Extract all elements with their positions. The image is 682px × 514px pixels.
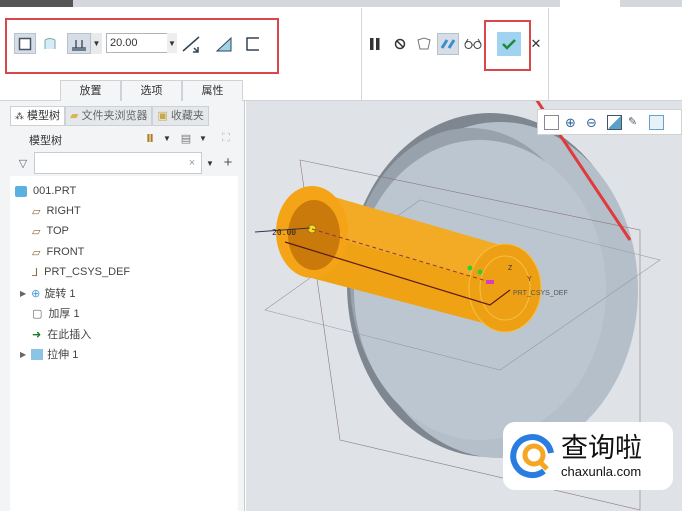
- model-tree: 001.PRT ▱ RIGHT ▱ TOP ▱ FRONT ⅃ PRT_CSYS_DEF…: [10, 176, 238, 511]
- csys-origin: [467, 265, 473, 271]
- saved-views-icon[interactable]: [649, 114, 664, 130]
- verify-mode-icon[interactable]: [437, 33, 459, 55]
- datum-plane-icon: ▱: [32, 225, 41, 238]
- extrude-icon: [31, 348, 44, 360]
- tab-properties[interactable]: 属性: [182, 80, 243, 101]
- insert-arrow-icon: ➜: [32, 328, 42, 341]
- tree-item-label: RIGHT: [46, 205, 81, 217]
- display-style-icon[interactable]: ✎: [628, 115, 643, 130]
- revolve-icon: ⊕: [31, 287, 41, 300]
- tab-folder-browser[interactable]: ▰ 文件夹浏览器: [65, 106, 153, 126]
- tab-label: 模型树: [27, 110, 60, 122]
- tree-item-revolve[interactable]: ▶ ⊕ 旋转 1: [20, 283, 76, 303]
- tree-item-thicken[interactable]: ▢ 加厚 1: [32, 303, 80, 323]
- view-toolbar: ⊕ ⊖ ✎: [537, 109, 682, 135]
- tree-item-front[interactable]: ▱ FRONT: [32, 242, 84, 262]
- csys-label: PRT_CSYS_DEF: [513, 290, 568, 297]
- tree-item-label: TOP: [46, 225, 69, 237]
- tree-item-right[interactable]: ▱ RIGHT: [32, 201, 81, 221]
- favorites-icon: ▣: [157, 110, 168, 122]
- tree-settings-icon[interactable]: Ⅱ: [142, 130, 158, 146]
- datum-plane-icon: ▱: [32, 246, 41, 259]
- tree-columns-icon[interactable]: ▤: [178, 130, 194, 146]
- cancel-x-button[interactable]: ✕: [530, 36, 542, 52]
- glasses-preview-icon[interactable]: [463, 34, 483, 54]
- confirm-check-button[interactable]: [497, 32, 521, 56]
- add-filter-button[interactable]: +: [220, 153, 236, 171]
- axis-z-label: Z: [508, 265, 513, 272]
- pause-icon[interactable]: [367, 35, 383, 53]
- tree-settings-dropdown[interactable]: ▼: [162, 130, 172, 146]
- solid-icon[interactable]: [14, 33, 36, 54]
- panel-tabs: ⁂ 模型树 ▰ 文件夹浏览器 ▣ 收藏夹: [10, 106, 209, 126]
- no-preview-icon[interactable]: [392, 35, 408, 53]
- zoom-out-icon[interactable]: ⊖: [586, 115, 601, 130]
- tab-options[interactable]: 选项: [121, 80, 182, 101]
- flip-direction-icon[interactable]: [180, 33, 202, 55]
- tree-item-label: 001.PRT: [33, 185, 77, 197]
- model-tree-header: 模型树: [29, 135, 62, 147]
- tree-item-label: FRONT: [46, 246, 85, 258]
- csys-icon: ⅃: [32, 266, 39, 279]
- watermark-brand: 查询啦: [561, 432, 642, 464]
- clear-search-icon[interactable]: ×: [186, 155, 198, 171]
- tree-item-part[interactable]: 001.PRT: [15, 181, 76, 201]
- preview-mesh-icon[interactable]: [414, 34, 434, 54]
- tree-item-insert-here[interactable]: ➜ 在此插入: [32, 324, 91, 344]
- surface-icon[interactable]: [40, 33, 60, 54]
- dashboard-tabs: 放置 选项 属性: [60, 80, 243, 101]
- tree-item-label: PRT_CSYS_DEF: [44, 266, 131, 278]
- tree-columns-dropdown[interactable]: ▼: [198, 130, 208, 146]
- tree-item-top[interactable]: ▱ TOP: [32, 221, 69, 241]
- tab-label: 收藏夹: [170, 110, 204, 122]
- drag-handle[interactable]: [486, 280, 494, 284]
- tree-item-label: 拉伸 1: [47, 349, 79, 361]
- thicken-icon: ▢: [32, 307, 43, 320]
- tree-filter-settings-icon[interactable]: ⛶: [217, 130, 235, 146]
- watermark-logo: 查询啦 chaxunla.com: [503, 422, 673, 490]
- top-tab-strip: [0, 0, 682, 7]
- axis-y-label: Y: [527, 276, 532, 283]
- tree-search-input[interactable]: [34, 152, 202, 174]
- tree-item-csys[interactable]: ⅃ PRT_CSYS_DEF: [32, 262, 130, 282]
- tab-model-tree[interactable]: ⁂ 模型树: [10, 106, 65, 126]
- tree-item-extrude[interactable]: ▶ 拉伸 1: [20, 344, 78, 364]
- filter-icon: ▽: [18, 157, 28, 170]
- ribbon-divider: [361, 8, 362, 100]
- tree-item-label: 在此插入: [47, 329, 92, 341]
- tab-label: 文件夹浏览器: [81, 110, 148, 122]
- expand-arrow-icon[interactable]: ▶: [20, 289, 26, 298]
- expand-arrow-icon[interactable]: ▶: [20, 350, 26, 359]
- ribbon-divider-2: [548, 8, 549, 100]
- tab-placement[interactable]: 放置: [60, 80, 121, 101]
- tree-item-label: 旋转 1: [44, 288, 76, 300]
- tree-item-label: 加厚 1: [48, 308, 80, 320]
- dimension-label[interactable]: 20.00: [272, 228, 296, 237]
- refit-icon[interactable]: [544, 114, 559, 130]
- watermark-magnifier-icon: [510, 434, 554, 479]
- tab-favorites[interactable]: ▣ 收藏夹: [152, 106, 209, 126]
- depth-value-input[interactable]: 20.00: [106, 33, 168, 53]
- depth-value-dropdown[interactable]: ▼: [167, 33, 177, 53]
- search-dropdown[interactable]: ▼: [205, 155, 215, 171]
- part-icon: [15, 185, 27, 197]
- folder-icon: ▰: [70, 110, 79, 122]
- remove-material-icon[interactable]: [213, 33, 235, 55]
- depth-type-icon[interactable]: [67, 33, 91, 54]
- tree-icon: ⁂: [15, 111, 24, 121]
- csys-marker: [477, 269, 483, 275]
- thicken-sketch-icon[interactable]: [242, 33, 264, 55]
- watermark-url: chaxunla.com: [561, 463, 642, 479]
- depth-type-dropdown[interactable]: ▼: [91, 33, 102, 54]
- datum-plane-icon: ▱: [32, 205, 41, 218]
- repaint-icon[interactable]: [607, 114, 622, 130]
- zoom-in-icon[interactable]: ⊕: [565, 115, 580, 130]
